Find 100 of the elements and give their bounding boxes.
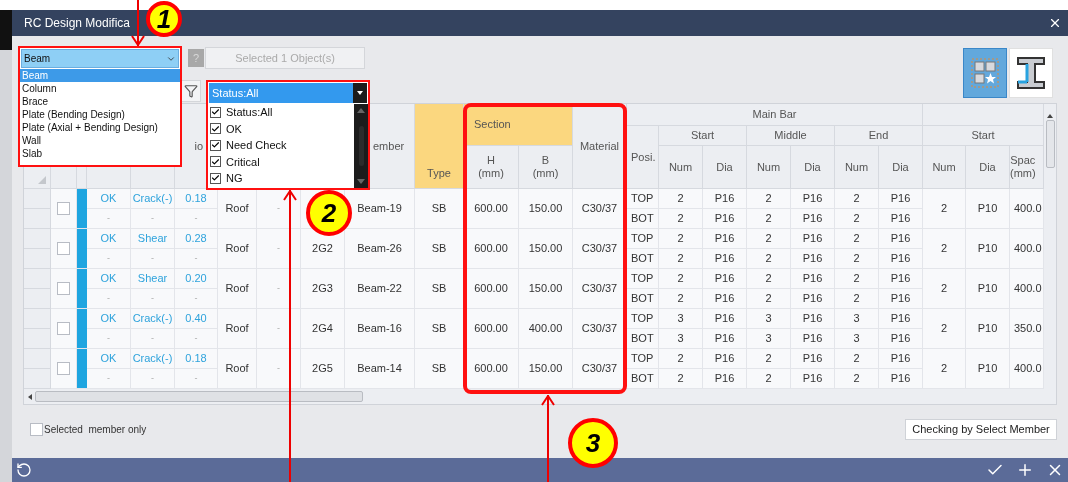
dropdown-option[interactable]: Column bbox=[20, 82, 180, 95]
check-member-button[interactable]: Checking by Select Member bbox=[905, 419, 1057, 440]
horizontal-scrollbar-thumb[interactable] bbox=[35, 391, 363, 402]
table-cell-text: - bbox=[277, 321, 280, 335]
table-cell-text: 0.40 bbox=[185, 311, 207, 327]
option-checkbox[interactable] bbox=[210, 139, 221, 151]
table-cell-text: SB bbox=[431, 361, 447, 377]
row-checkbox[interactable] bbox=[57, 242, 70, 255]
table-cell-text: Beam-16 bbox=[357, 321, 402, 337]
table-cell-text: - bbox=[277, 361, 280, 375]
table-cell-text: P16 bbox=[802, 231, 823, 247]
table-cell-text: - bbox=[107, 211, 110, 225]
table-cell-text: P16 bbox=[802, 351, 823, 367]
filter-button[interactable] bbox=[181, 80, 201, 103]
table-cell-text: - bbox=[277, 201, 280, 215]
table-cell-text: TOP bbox=[631, 191, 654, 207]
column-header: Dia bbox=[703, 146, 747, 189]
table-cell-text: Roof bbox=[225, 361, 249, 377]
table-cell-text: Roof bbox=[225, 321, 249, 337]
table-cell-text: 2 bbox=[765, 231, 772, 247]
table-cell-text: 150.00 bbox=[528, 241, 563, 257]
table-cell-text: SB bbox=[431, 321, 447, 337]
column-header: Num bbox=[659, 146, 703, 189]
table-cell-text: 2 bbox=[765, 371, 772, 387]
table-cell-text: SB bbox=[431, 241, 447, 257]
column-header: Dia bbox=[966, 146, 1010, 189]
table-cell-text: P10 bbox=[977, 281, 998, 297]
table-cell-text: Beam-19 bbox=[357, 201, 402, 217]
table-cell-text: Crack(-) bbox=[132, 351, 173, 367]
table-cell-text: P16 bbox=[802, 211, 823, 227]
table-cell-text: P10 bbox=[977, 241, 998, 257]
table-cell-text: BOT bbox=[631, 211, 654, 227]
row-checkbox[interactable] bbox=[57, 282, 70, 295]
column-header: H (mm) bbox=[464, 146, 519, 189]
column-header: Start bbox=[923, 126, 1044, 146]
table-cell-text: P16 bbox=[890, 371, 911, 387]
table-cell-text: P16 bbox=[890, 191, 911, 207]
option-checkbox[interactable] bbox=[210, 106, 221, 118]
table-cell-text: 2 bbox=[677, 371, 684, 387]
vertical-scrollbar-thumb[interactable] bbox=[1045, 120, 1055, 168]
table-cell-text: 150.00 bbox=[528, 281, 563, 297]
close-icon[interactable] bbox=[1048, 16, 1062, 30]
table-cell-text: 3 bbox=[853, 331, 860, 347]
table-cell-text: 2 bbox=[677, 271, 684, 287]
table-cell-text: P16 bbox=[714, 231, 735, 247]
table-cell-text: 400.0 bbox=[1014, 241, 1042, 257]
option-checkbox[interactable] bbox=[210, 123, 221, 135]
column-header: Dia bbox=[791, 146, 835, 189]
table-cell-text: P16 bbox=[802, 251, 823, 267]
row-checkbox[interactable] bbox=[57, 202, 70, 215]
column-header: End bbox=[835, 126, 923, 146]
option-checkbox[interactable] bbox=[210, 156, 221, 168]
section-view-button[interactable] bbox=[1009, 48, 1053, 98]
column-header: B (mm) bbox=[519, 146, 573, 189]
column-header: Posi. bbox=[627, 126, 659, 189]
table-cell-text: - bbox=[194, 331, 198, 345]
table-cell-text: 2 bbox=[853, 251, 860, 267]
table-cell-text: 0.20 bbox=[185, 271, 207, 287]
table-cell-text: SB bbox=[431, 201, 447, 217]
table-cell-text: OK bbox=[100, 231, 117, 247]
table-cell-text: P16 bbox=[802, 191, 823, 207]
table-cell-text: 2 bbox=[853, 231, 860, 247]
table-cell-text: 2 bbox=[765, 271, 772, 287]
member-type-dropdown[interactable]: Beam bbox=[21, 49, 179, 68]
table-cell-text: 2 bbox=[765, 291, 772, 307]
table-cell-text: - bbox=[277, 281, 280, 295]
table-cell-text: 2 bbox=[940, 281, 948, 297]
table-cell-text: 400.0 bbox=[1014, 201, 1042, 217]
table-cell-text: 2 bbox=[765, 251, 772, 267]
plus-icon[interactable] bbox=[1016, 461, 1034, 479]
table-cell-text: - bbox=[151, 251, 154, 265]
table-cell-text: 2 bbox=[853, 351, 860, 367]
table-cell-text: TOP bbox=[631, 351, 654, 367]
table-cell-text: OK bbox=[100, 191, 117, 207]
table-cell-text: BOT bbox=[631, 371, 654, 387]
list-scrollbar[interactable] bbox=[354, 104, 368, 188]
table-cell-text: 2 bbox=[765, 351, 772, 367]
reset-icon[interactable] bbox=[16, 462, 32, 478]
table-cell-text: 2G4 bbox=[312, 321, 333, 337]
table-cell-text: - bbox=[194, 211, 198, 225]
table-cell-text: P16 bbox=[714, 211, 735, 227]
table-cell-text: P16 bbox=[890, 331, 911, 347]
table-cell-text: 350.0 bbox=[1014, 321, 1042, 337]
column-header: Spac (mm) bbox=[1010, 146, 1044, 189]
table-cell-text: Crack(-) bbox=[132, 191, 173, 207]
table-cell-text: 2 bbox=[853, 291, 860, 307]
table-cell-text: 600.00 bbox=[474, 321, 508, 337]
row-checkbox[interactable] bbox=[57, 322, 70, 335]
table-cell-text: 3 bbox=[765, 331, 772, 347]
table-cell-text: Roof bbox=[225, 281, 249, 297]
selected-member-only-checkbox[interactable]: Selected member only bbox=[23, 422, 147, 437]
table-cell-text: - bbox=[107, 291, 110, 305]
callout-arrow bbox=[131, 0, 145, 46]
table-cell-text: P16 bbox=[714, 371, 735, 387]
table-cell-text: C30/37 bbox=[581, 361, 618, 377]
table-cell-text: 2 bbox=[853, 371, 860, 387]
table-cell-text: - bbox=[194, 291, 198, 305]
row-checkbox[interactable] bbox=[57, 362, 70, 375]
option-checkbox[interactable] bbox=[210, 172, 221, 184]
table-cell-text: P16 bbox=[890, 231, 911, 247]
